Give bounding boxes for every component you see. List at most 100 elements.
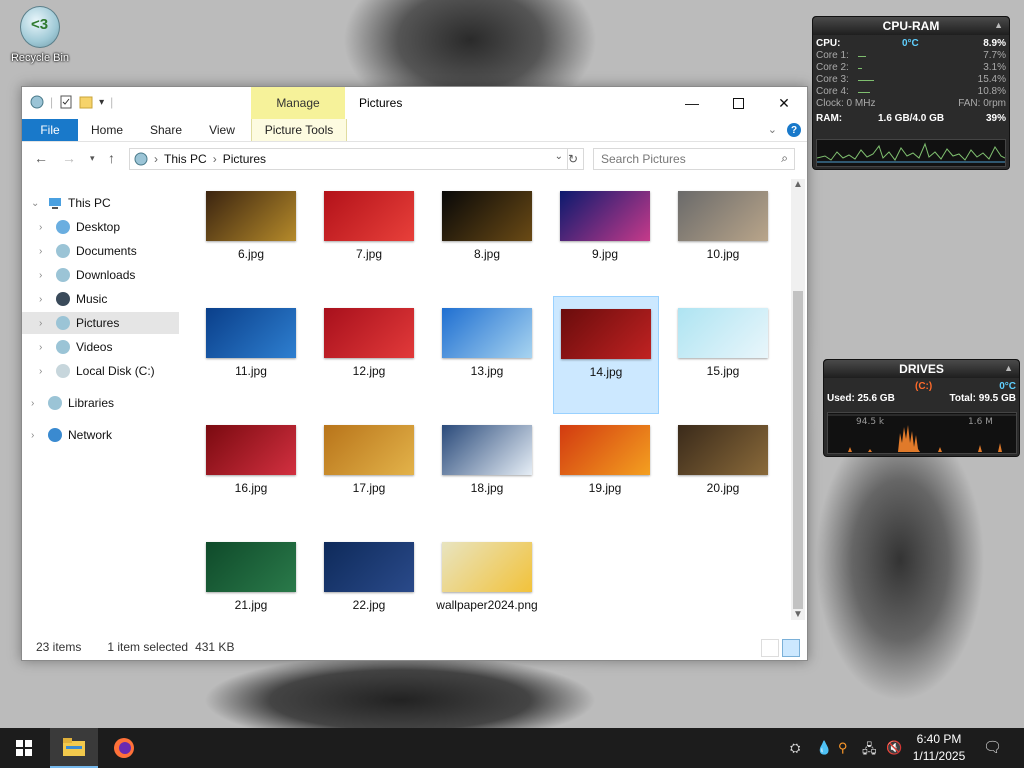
- tab-manage[interactable]: Manage: [251, 87, 345, 119]
- maximize-icon[interactable]: [715, 87, 761, 119]
- clock-time: 6:40 PM: [916, 732, 962, 746]
- drive-total: Total: 99.5 GB: [949, 393, 1017, 404]
- core-row: Core 3: 15.4%: [816, 74, 1006, 86]
- file-item[interactable]: 12.jpg: [317, 296, 421, 412]
- pictures-icon: [56, 316, 70, 330]
- network-tray-icon[interactable]: 🖧: [862, 740, 877, 762]
- nav-item-downloads[interactable]: › Downloads: [22, 264, 182, 286]
- start-button[interactable]: [0, 728, 48, 768]
- drive-activity-graph: 94.5 k 1.6 M: [827, 412, 1017, 454]
- taskbar-firefox[interactable]: [100, 728, 148, 768]
- file-item[interactable]: 16.jpg: [199, 413, 303, 529]
- scroll-up-icon[interactable]: ▲: [793, 179, 803, 190]
- nav-item-network[interactable]: › Network: [22, 424, 182, 446]
- search-input[interactable]: Search Pictures ⌕: [593, 148, 795, 170]
- nav-item-libraries[interactable]: › Libraries: [22, 392, 182, 414]
- people-icon[interactable]: ⛭: [790, 740, 800, 756]
- scroll-down-icon[interactable]: ▼: [793, 609, 803, 620]
- nav-item-desktop[interactable]: › Desktop: [22, 216, 182, 238]
- expand-arrow-icon[interactable]: ›: [39, 366, 42, 377]
- expand-arrow-icon[interactable]: ›: [39, 318, 42, 329]
- drives-header[interactable]: DRIVES ▲: [824, 360, 1019, 378]
- file-thumbnail: [324, 425, 414, 475]
- expand-arrow-icon[interactable]: ›: [39, 342, 42, 353]
- collapse-icon[interactable]: ▲: [1004, 363, 1013, 373]
- file-item[interactable]: 10.jpg: [671, 179, 775, 295]
- core-row: Core 4: 10.8%: [816, 86, 1006, 98]
- recycle-bin-desktop-icon[interactable]: <3 Recycle Bin: [6, 6, 74, 64]
- expand-arrow-icon[interactable]: ›: [39, 222, 42, 233]
- expand-arrow-icon[interactable]: ›: [39, 294, 42, 305]
- tab-file[interactable]: File: [22, 119, 78, 141]
- file-item[interactable]: 9.jpg: [553, 179, 657, 295]
- file-item[interactable]: 19.jpg: [553, 413, 657, 529]
- tab-share[interactable]: Share: [144, 119, 188, 141]
- file-name: 21.jpg: [234, 598, 268, 612]
- up-arrow-icon[interactable]: ↑: [108, 150, 115, 166]
- file-item[interactable]: 7.jpg: [317, 179, 421, 295]
- file-name: 16.jpg: [234, 481, 268, 495]
- forward-arrow-icon[interactable]: →: [62, 150, 76, 166]
- tab-picture-tools[interactable]: Picture Tools: [251, 119, 347, 141]
- cpu-temp: 0°C: [902, 38, 919, 49]
- taskbar: ⛭ 💧 ⚲ 🖧 🔇 6:40 PM 1/11/2025 🗨: [0, 728, 1024, 768]
- expand-arrow-icon[interactable]: ›: [31, 398, 34, 409]
- file-item[interactable]: 20.jpg: [671, 413, 775, 529]
- water-drop-icon[interactable]: 💧: [816, 740, 832, 756]
- file-thumbnail: [206, 308, 296, 358]
- recent-locations-icon[interactable]: ▾: [90, 153, 95, 164]
- file-item[interactable]: 21.jpg: [199, 530, 303, 634]
- file-item[interactable]: 8.jpg: [435, 179, 539, 295]
- file-item[interactable]: 14.jpg: [553, 296, 659, 414]
- expand-arrow-icon[interactable]: ›: [31, 430, 34, 441]
- collapse-arrow-icon[interactable]: ⌄: [31, 198, 39, 209]
- file-item[interactable]: 15.jpg: [671, 296, 775, 412]
- customize-qat-icon[interactable]: ▾: [99, 97, 104, 108]
- nav-item-music[interactable]: › Music: [22, 288, 182, 310]
- file-item[interactable]: 11.jpg: [199, 296, 303, 412]
- nav-item-this-pc[interactable]: ⌄ This PC: [22, 192, 182, 214]
- cpu-ram-header[interactable]: CPU-RAM ▲: [813, 17, 1009, 35]
- file-name: 20.jpg: [706, 481, 740, 495]
- file-item[interactable]: 17.jpg: [317, 413, 421, 529]
- file-thumbnail: [442, 542, 532, 592]
- properties-icon[interactable]: [59, 95, 73, 109]
- vertical-scrollbar[interactable]: ▲ ▼: [791, 179, 805, 620]
- expand-ribbon-icon[interactable]: ⌄: [768, 123, 777, 136]
- file-item[interactable]: 18.jpg: [435, 413, 539, 529]
- file-item[interactable]: 6.jpg: [199, 179, 303, 295]
- tab-home[interactable]: Home: [86, 119, 128, 141]
- file-item[interactable]: wallpaper2024.png: [435, 530, 539, 634]
- close-icon[interactable]: ✕: [761, 87, 807, 119]
- nav-item-documents[interactable]: › Documents: [22, 240, 182, 262]
- address-dropdown-icon[interactable]: ⌄: [555, 151, 563, 162]
- file-explorer-icon: [63, 738, 85, 756]
- collapse-icon[interactable]: ▲: [994, 20, 1003, 30]
- help-icon[interactable]: ?: [787, 123, 801, 137]
- breadcrumb-this-pc[interactable]: This PC: [164, 152, 207, 166]
- search-tray-icon[interactable]: ⚲: [838, 740, 848, 756]
- details-view-icon[interactable]: [761, 639, 779, 657]
- scrollbar-thumb[interactable]: [793, 291, 803, 609]
- back-arrow-icon[interactable]: ←: [34, 150, 48, 166]
- nav-item-local-disk[interactable]: › Local Disk (C:): [22, 360, 182, 382]
- file-item[interactable]: 22.jpg: [317, 530, 421, 634]
- refresh-icon[interactable]: ↻: [563, 148, 584, 170]
- minimize-icon[interactable]: —: [669, 87, 715, 119]
- new-folder-icon[interactable]: [79, 95, 93, 109]
- file-item[interactable]: 13.jpg: [435, 296, 539, 412]
- nav-item-videos[interactable]: › Videos: [22, 336, 182, 358]
- expand-arrow-icon[interactable]: ›: [39, 270, 42, 281]
- expand-arrow-icon[interactable]: ›: [39, 246, 42, 257]
- nav-label: Pictures: [76, 316, 120, 330]
- address-bar[interactable]: › This PC › Pictures ⌄: [129, 148, 568, 170]
- large-icons-view-icon[interactable]: [782, 639, 800, 657]
- nav-item-pictures[interactable]: › Pictures: [22, 312, 179, 334]
- firefox-icon: [114, 738, 134, 758]
- core-row: Core 1: 7.7%: [816, 50, 1006, 62]
- breadcrumb-pictures[interactable]: Pictures: [223, 152, 266, 166]
- taskbar-file-explorer[interactable]: [50, 728, 98, 768]
- system-clock[interactable]: 6:40 PM 1/11/2025: [900, 731, 978, 765]
- action-center-icon[interactable]: 🗨: [983, 738, 1002, 756]
- tab-view[interactable]: View: [202, 119, 242, 141]
